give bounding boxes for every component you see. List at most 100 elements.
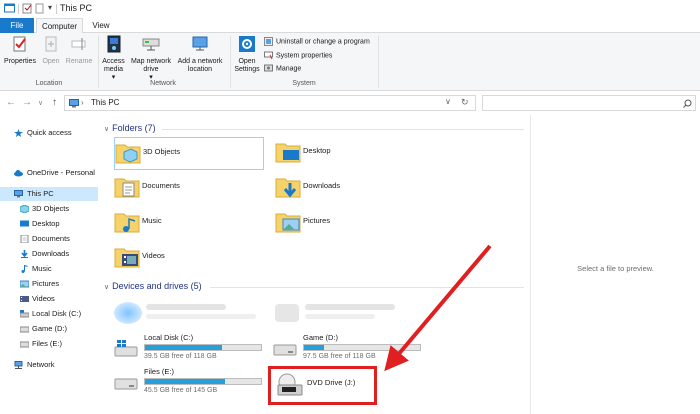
open-icon [45,36,57,52]
access-media-button[interactable]: Access media ▾ [100,35,127,82]
settings-gear-icon [239,36,255,52]
annotation-arrow [384,244,492,372]
music-folder-icon [114,213,140,233]
nav-3d-objects[interactable]: 3D Objects [0,202,98,216]
pictures-folder-icon [275,213,301,233]
nav-documents[interactable]: Documents [0,232,98,246]
computer-icon [14,190,23,198]
folder-tile-videos[interactable]: Videos [114,242,264,275]
map-network-drive-icon [142,38,160,51]
address-path[interactable]: This PC [91,98,119,107]
qat-dropdown-icon[interactable]: ▾ [48,3,52,12]
folder-tile-desktop[interactable]: Desktop [275,137,425,170]
add-network-location-button[interactable]: Add a network location [175,35,225,74]
nav-item-label: OneDrive - Personal [27,168,95,177]
drive-tile-local-disk-c[interactable]: Local Disk (C:) 39.5 GB free of 118 GB [114,333,274,363]
drive-name: Game (D:) [303,333,339,342]
add-network-location-icon [192,36,208,51]
forward-button[interactable]: → [22,97,32,108]
tab-file[interactable]: File [0,18,34,33]
back-button[interactable]: ← [6,97,16,108]
recent-locations-button[interactable]: ∨ [38,99,43,107]
open-settings-label: Open Settings [234,58,260,73]
system-properties-button[interactable]: System properties [264,51,332,60]
open-settings-button[interactable]: Open Settings [232,35,262,74]
address-dropdown-icon[interactable]: ∨ [445,97,451,106]
refresh-button[interactable]: ↻ [461,97,469,108]
nav-item-label: 3D Objects [32,204,70,213]
drives-section-header[interactable]: ∨ Devices and drives (5) [104,281,202,291]
annotation-highlight-box [268,366,377,405]
folder-label: Pictures [303,216,331,225]
new-folder-qat-icon[interactable] [35,3,46,14]
drive-usage-fill [145,379,225,384]
drive-free-space: 97.5 GB free of 118 GB [303,353,376,360]
desktop-folder-icon [275,143,301,163]
nav-downloads[interactable]: Downloads [0,247,98,261]
nav-desktop[interactable]: Desktop [0,217,98,231]
nav-videos[interactable]: Videos [0,292,98,306]
tab-computer[interactable]: Computer [36,18,83,33]
system-properties-label: System properties [276,52,333,60]
rename-label: Rename [65,58,93,65]
nav-item-label: Downloads [32,249,70,258]
manage-label: Manage [276,65,302,73]
search-input[interactable] [482,95,696,111]
properties-label: Properties [4,58,36,65]
nav-item-label: Desktop [32,219,60,228]
location-group-label: Location [35,80,63,87]
nav-quick-access[interactable]: Quick access [0,126,98,140]
nav-item-label: Documents [32,234,70,243]
system-drive-icon [114,340,138,357]
nav-music[interactable]: Music [0,262,98,276]
system-properties-icon [264,51,273,60]
nav-files-e[interactable]: Files (E:) [0,337,98,351]
drive-icon [20,326,29,333]
drive-icon [20,341,29,348]
nav-item-label: Quick access [27,128,72,137]
nav-network[interactable]: Network [0,358,98,372]
folder-tile-music[interactable]: Music [114,207,264,240]
navigation-pane: Quick access OneDrive - Personal This PC… [0,118,98,414]
navigation-bar: ← → ∨ ↑ › This PC ∨ ↻ [0,91,700,115]
explorer-window-icon [4,3,15,13]
videos-folder-icon [114,248,140,268]
folder-tile-pictures[interactable]: Pictures [275,207,425,240]
map-network-drive-button[interactable]: Map network drive ▾ [128,35,174,82]
this-pc-icon [69,99,79,108]
folder-tile-documents[interactable]: Documents [114,172,264,205]
nav-this-pc[interactable]: This PC [0,187,98,201]
folder-tile-3d-objects[interactable]: 3D Objects [114,137,264,170]
properties-button[interactable]: Properties [3,35,37,66]
manage-button[interactable]: Manage [264,64,301,73]
nav-local-disk-c[interactable]: Local Disk (C:) [0,307,98,321]
folder-tile-downloads[interactable]: Downloads [275,172,425,205]
download-arrow-icon [21,250,28,258]
preview-placeholder: Select a file to preview. [577,264,654,273]
nav-onedrive[interactable]: OneDrive - Personal [0,166,98,180]
nav-item-label: This PC [27,189,54,198]
drive-usage-bar [144,378,262,385]
rename-button[interactable]: Rename [64,35,94,66]
blurred-device-tile[interactable] [114,298,264,328]
nav-pictures[interactable]: Pictures [0,277,98,291]
drive-tile-files-e[interactable]: Files (E:) 45.5 GB free of 145 GB [114,367,274,397]
tab-view[interactable]: View [86,18,116,33]
drive-free-space: 45.5 GB free of 145 GB [144,387,218,394]
up-button[interactable]: ↑ [52,97,57,108]
documents-folder-icon [114,178,140,198]
drive-usage-fill [145,345,223,350]
open-button[interactable]: Open [39,35,63,66]
desktop-icon [20,220,29,227]
properties-qat-icon[interactable] [22,3,33,14]
drive-free-space: 39.5 GB free of 118 GB [144,353,217,360]
title-bar: ▾ This PC [0,0,700,18]
address-bar[interactable]: › This PC ∨ ↻ [64,95,476,111]
nav-game-d[interactable]: Game (D:) [0,322,98,336]
folders-section-header[interactable]: ∨ Folders (7) [104,123,156,133]
drive-name: Local Disk (C:) [144,333,194,342]
collapse-chevron-icon: ∨ [104,126,110,133]
uninstall-program-button[interactable]: Uninstall or change a program [264,37,370,46]
3d-objects-folder-icon [115,144,141,164]
drive-icon [114,378,138,390]
